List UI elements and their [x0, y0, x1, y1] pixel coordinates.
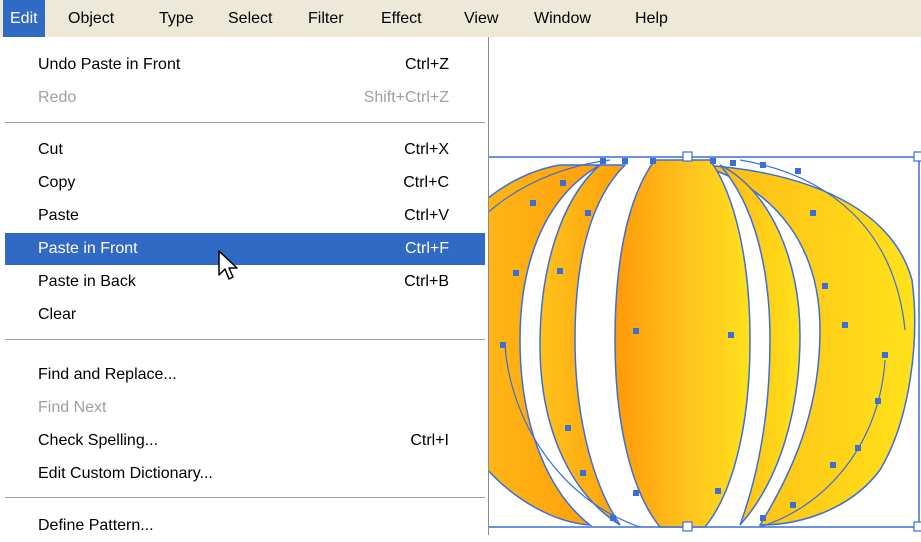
menu-item-find-and-replace[interactable]: Find and Replace...: [5, 359, 485, 391]
menu-item-define-pattern[interactable]: Define Pattern...: [5, 510, 485, 542]
menu-item-label: Copy: [38, 174, 76, 191]
menu-item-shortcut: Ctrl+F: [405, 240, 449, 257]
menu-filter[interactable]: Filter: [301, 0, 351, 37]
menu-item-label: Define Pattern...: [38, 517, 154, 534]
menu-item-paste-in-back[interactable]: Paste in Back Ctrl+B: [5, 266, 485, 298]
menu-item-label: Find Next: [38, 399, 107, 416]
menu-item-label: Paste in Back: [38, 273, 136, 290]
menu-item-label: Undo Paste in Front: [38, 56, 181, 73]
menu-item-undo[interactable]: Undo Paste in Front Ctrl+Z: [5, 49, 485, 81]
menu-item-cut[interactable]: Cut Ctrl+X: [5, 134, 485, 166]
menu-separator: [5, 339, 485, 340]
menu-item-shortcut: Ctrl+I: [410, 432, 449, 449]
menu-item-clear[interactable]: Clear: [5, 299, 485, 331]
menu-item-label: Check Spelling...: [38, 432, 159, 449]
menu-item-label: Cut: [38, 141, 63, 158]
menu-item-shortcut: Ctrl+X: [404, 141, 449, 158]
edit-menu-dropdown: Undo Paste in Front Ctrl+Z Redo Shift+Ct…: [0, 37, 489, 535]
menu-item-find-next: Find Next: [5, 392, 485, 424]
menu-item-label: Edit Custom Dictionary...: [38, 465, 213, 482]
menu-item-shortcut: Ctrl+C: [403, 174, 449, 191]
menu-item-label: Redo: [38, 89, 77, 106]
menu-separator: [5, 122, 485, 123]
menu-item-paste[interactable]: Paste Ctrl+V: [5, 200, 485, 232]
menu-item-redo: Redo Shift+Ctrl+Z: [5, 82, 485, 114]
menu-item-label: Paste in Front: [38, 240, 138, 257]
menu-separator: [5, 497, 485, 498]
menu-help[interactable]: Help: [628, 0, 675, 37]
menu-edit[interactable]: Edit: [3, 0, 45, 37]
menu-item-label: Find and Replace...: [38, 366, 177, 383]
menu-item-shortcut: Shift+Ctrl+Z: [363, 89, 449, 106]
menu-item-label: Clear: [38, 306, 77, 323]
menu-select[interactable]: Select: [221, 0, 279, 37]
menu-view[interactable]: View: [457, 0, 505, 37]
menu-item-shortcut: Ctrl+V: [404, 207, 449, 224]
menu-item-shortcut: Ctrl+Z: [405, 56, 449, 73]
menu-bar: Edit Object Type Select Filter Effect Vi…: [0, 0, 921, 37]
menu-item-label: Paste: [38, 207, 79, 224]
menu-object[interactable]: Object: [61, 0, 121, 37]
menu-item-edit-custom-dictionary[interactable]: Edit Custom Dictionary...: [5, 458, 485, 490]
pumpkin-center-lobe: [614, 159, 751, 528]
mouse-cursor-icon: [218, 250, 238, 280]
menu-effect[interactable]: Effect: [374, 0, 429, 37]
menu-item-paste-in-front[interactable]: Paste in Front Ctrl+F: [5, 233, 485, 265]
menu-item-shortcut: Ctrl+B: [404, 273, 449, 290]
menu-item-copy[interactable]: Copy Ctrl+C: [5, 167, 485, 199]
menu-window[interactable]: Window: [527, 0, 598, 37]
menu-item-check-spelling[interactable]: Check Spelling... Ctrl+I: [5, 425, 485, 457]
menu-type[interactable]: Type: [152, 0, 201, 37]
